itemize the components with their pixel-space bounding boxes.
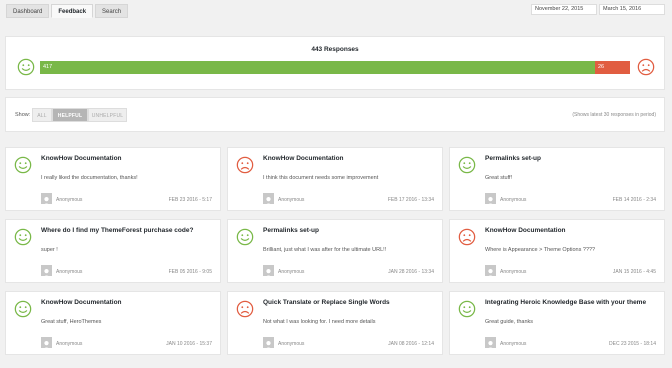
- card-date: DEC 23 2015 - 18:14: [609, 341, 656, 347]
- negative-bar: 26: [595, 61, 630, 74]
- card-author: Anonymous: [500, 341, 527, 347]
- happy-face-icon: [14, 228, 32, 246]
- card-title[interactable]: Permalinks set-up: [263, 227, 319, 234]
- card-comment: Not what I was looking for. I need more …: [263, 319, 376, 325]
- feedback-card[interactable]: KnowHow Documentation Great stuff, HeroTh…: [5, 291, 221, 355]
- avatar: [485, 337, 496, 348]
- happy-face-icon: [14, 300, 32, 318]
- card-date: FEB 23 2016 - 5:17: [168, 197, 212, 203]
- avatar: [485, 193, 496, 204]
- filter-helpful-button[interactable]: HELPFUL: [52, 108, 88, 122]
- card-author: Anonymous: [500, 197, 527, 203]
- card-date: FEB 17 2016 - 13:34: [387, 197, 434, 203]
- sad-face-icon: [236, 156, 254, 174]
- card-author: Anonymous: [56, 269, 83, 275]
- responses-summary: 443 Responses 417 26: [5, 36, 665, 90]
- card-author: Anonymous: [56, 341, 83, 347]
- card-comment: super !: [41, 247, 58, 253]
- card-title[interactable]: Permalinks set-up: [485, 155, 541, 162]
- avatar: [263, 193, 274, 204]
- tab-search[interactable]: Search: [95, 4, 129, 18]
- card-date: FEB 05 2016 - 9:05: [168, 269, 212, 275]
- tab-feedback[interactable]: Feedback: [51, 4, 94, 18]
- responses-total: 443 Responses: [311, 46, 359, 53]
- nav-tabs: Dashboard Feedback Search: [6, 4, 130, 18]
- avatar: [485, 265, 496, 276]
- feedback-card[interactable]: KnowHow Documentation I really liked the …: [5, 147, 221, 211]
- card-date: JAN 10 2016 - 15:37: [166, 341, 212, 347]
- card-title[interactable]: Integrating Heroic Knowledge Base with y…: [485, 299, 646, 306]
- card-title[interactable]: Quick Translate or Replace Single Words: [263, 299, 390, 306]
- card-title[interactable]: Where do I find my ThemeForest purchase …: [41, 227, 193, 234]
- feedback-card[interactable]: Integrating Heroic Knowledge Base with y…: [449, 291, 665, 355]
- card-comment: I think this document needs some improve…: [263, 175, 379, 181]
- card-date: JAN 28 2016 - 13:34: [388, 269, 434, 275]
- happy-face-icon: [236, 228, 254, 246]
- card-title[interactable]: KnowHow Documentation: [41, 299, 122, 306]
- feedback-card[interactable]: Permalinks set-up Brilliant, just what I …: [227, 219, 443, 283]
- card-title[interactable]: KnowHow Documentation: [41, 155, 122, 162]
- card-author: Anonymous: [278, 197, 305, 203]
- filter-unhelpful-button[interactable]: UNHELPFUL: [88, 108, 127, 122]
- card-title[interactable]: KnowHow Documentation: [485, 227, 566, 234]
- avatar: [41, 337, 52, 348]
- filter-bar: Show: ALL HELPFUL UNHELPFUL (Shows lates…: [5, 97, 665, 132]
- card-comment: I really liked the documentation, thanks…: [41, 175, 138, 181]
- card-date: FEB 14 2016 - 2:34: [612, 197, 656, 203]
- feedback-card[interactable]: KnowHow Documentation I think this docume…: [227, 147, 443, 211]
- card-author: Anonymous: [278, 341, 305, 347]
- date-from-input[interactable]: November 22, 2015: [531, 4, 597, 15]
- feedback-card[interactable]: Quick Translate or Replace Single Words N…: [227, 291, 443, 355]
- avatar: [41, 193, 52, 204]
- feedback-card[interactable]: KnowHow Documentation Where is Appearance…: [449, 219, 665, 283]
- card-comment: Where is Appearance > Theme Options ????: [485, 247, 596, 253]
- sad-face-icon: [236, 300, 254, 318]
- avatar: [41, 265, 52, 276]
- card-author: Anonymous: [56, 197, 83, 203]
- responses-info: (Shows latest 30 responses in period): [572, 112, 656, 118]
- happy-face-icon: [14, 156, 32, 174]
- card-comment: Great stuff, HeroThemes: [41, 319, 102, 325]
- date-to-input[interactable]: March 15, 2016: [599, 4, 665, 15]
- sad-face-icon: [458, 228, 476, 246]
- feedback-card[interactable]: Permalinks set-up Great stuff! Anonymous FE…: [449, 147, 665, 211]
- happy-face-icon: [17, 58, 35, 76]
- happy-face-icon: [458, 300, 476, 318]
- card-comment: Brilliant, just what I was after for the…: [263, 247, 387, 253]
- tab-dashboard[interactable]: Dashboard: [6, 4, 50, 18]
- positive-count: 417: [43, 64, 53, 70]
- feedback-card[interactable]: Where do I find my ThemeForest purchase …: [5, 219, 221, 283]
- card-author: Anonymous: [278, 269, 305, 275]
- card-date: JAN 08 2016 - 12:14: [388, 341, 434, 347]
- happy-face-icon: [458, 156, 476, 174]
- filter-all-button[interactable]: ALL: [32, 108, 52, 122]
- sad-face-icon: [637, 58, 655, 76]
- avatar: [263, 337, 274, 348]
- show-label: Show:: [15, 112, 31, 118]
- card-comment: Great guide, thanks: [485, 319, 534, 325]
- card-date: JAN 15 2016 - 4:45: [612, 269, 656, 275]
- negative-count: 26: [598, 64, 605, 70]
- card-comment: Great stuff!: [485, 175, 513, 181]
- card-author: Anonymous: [500, 269, 527, 275]
- positive-bar: 417: [40, 61, 595, 74]
- avatar: [263, 265, 274, 276]
- card-title[interactable]: KnowHow Documentation: [263, 155, 344, 162]
